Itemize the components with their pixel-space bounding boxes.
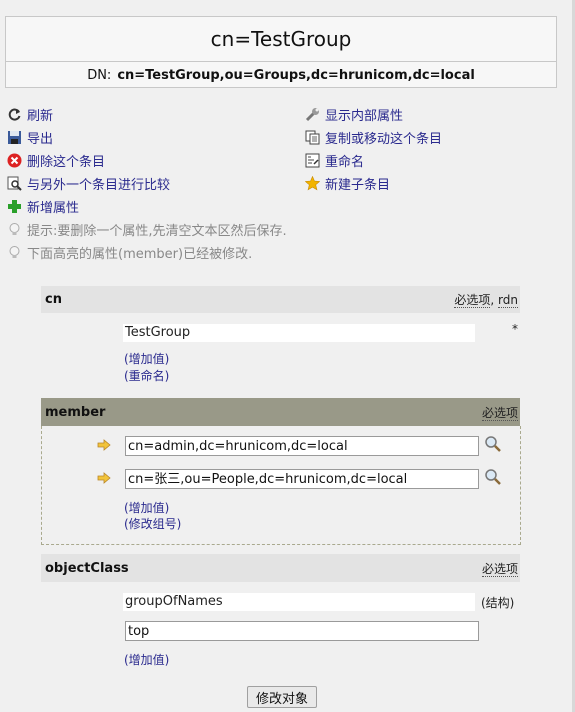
rename-icon (305, 153, 320, 168)
rdn-asterisk: * (512, 322, 518, 336)
copy-move-link[interactable]: 复制或移动这个条目 (325, 128, 442, 147)
tag-separator: , (490, 293, 495, 307)
objectclass-add-value-link[interactable]: (增加值) (124, 651, 169, 668)
refresh-icon (7, 107, 22, 122)
copy-move-action[interactable]: 复制或移动这个条目 (305, 127, 442, 147)
hint-row-2: 下面高亮的属性(member)已经被修改. (7, 242, 252, 262)
hint-text-2: 下面高亮的属性(member)已经被修改. (27, 246, 253, 262)
cn-value: TestGroup (123, 324, 475, 342)
hint-row-1: 提示:要删除一个属性,先清空文本区然后保存. (7, 219, 287, 239)
save-icon (7, 130, 22, 145)
delete-icon (7, 153, 22, 168)
required-tag: 必选项 (454, 293, 491, 308)
lightbulb-icon (7, 222, 22, 237)
add-attribute-action[interactable]: 新增属性 (7, 196, 79, 216)
member-add-value-link[interactable]: (增加值) (124, 499, 169, 516)
attr-objectclass-tags: 必选项 (481, 560, 520, 577)
attr-objectclass-header: objectClass 必选项 (41, 554, 520, 582)
dn-value: cn=TestGroup,ou=Groups,dc=hrunicom,dc=lo… (117, 67, 475, 83)
rdn-tag: rdn (498, 293, 518, 308)
attr-name-cn: cn (45, 292, 62, 307)
compare-icon (7, 176, 22, 191)
rename-action[interactable]: 重命名 (305, 150, 364, 170)
delete-link[interactable]: 删除这个条目 (27, 151, 105, 170)
export-link[interactable]: 导出 (27, 128, 53, 147)
wrench-icon (305, 107, 320, 122)
refresh-link[interactable]: 刷新 (27, 105, 53, 124)
star-icon (305, 175, 320, 191)
add-attribute-link[interactable]: 新增属性 (27, 197, 79, 216)
rename-link[interactable]: 重命名 (325, 151, 364, 170)
member-input-2[interactable]: cn=张三,ou=People,dc=hrunicom,dc=local (125, 469, 479, 489)
structural-tag: (结构) (481, 596, 515, 610)
attr-name-member: member (45, 404, 106, 420)
new-child-action[interactable]: 新建子条目 (305, 173, 390, 193)
entry-actions: 刷新 导出 删除这个条目 与另外一个条目进行比较 新增属性 提示:要删除一个属性… (7, 106, 567, 266)
delete-action[interactable]: 删除这个条目 (7, 150, 105, 170)
compare-link[interactable]: 与另外一个条目进行比较 (27, 174, 170, 193)
hint-text-1: 提示:要删除一个属性,先清空文本区然后保存. (27, 223, 287, 239)
member-modify-group-link[interactable]: (修改组号) (124, 515, 181, 532)
new-child-link[interactable]: 新建子条目 (325, 174, 390, 193)
entry-header: cn=TestGroup DN: cn=TestGroup,ou=Groups,… (5, 16, 557, 88)
show-internal-action[interactable]: 显示内部属性 (305, 104, 403, 124)
search-icon[interactable] (484, 435, 502, 453)
required-tag: 必选项 (481, 405, 518, 421)
dn-row: DN: cn=TestGroup,ou=Groups,dc=hrunicom,d… (6, 61, 556, 88)
attr-cn-header: cn 必选项, rdn (41, 286, 520, 313)
search-icon[interactable] (484, 468, 502, 486)
objectclass-input-2[interactable]: top (125, 621, 479, 641)
modify-object-button[interactable]: 修改对象 (247, 686, 317, 708)
arrow-right-icon (97, 472, 111, 484)
dn-label: DN: (87, 67, 112, 83)
member-input-1[interactable]: cn=admin,dc=hrunicom,dc=local (125, 436, 479, 456)
attr-cn-tags: 必选项, rdn (454, 291, 520, 308)
export-action[interactable]: 导出 (7, 127, 53, 147)
attr-member-header: member 必选项 (41, 398, 520, 426)
required-tag: 必选项 (481, 561, 518, 577)
page-title: cn=TestGroup (210, 27, 352, 51)
lightbulb-icon (7, 245, 22, 260)
compare-action[interactable]: 与另外一个条目进行比较 (7, 173, 170, 193)
cn-add-value-link[interactable]: (增加值) (124, 350, 169, 367)
arrow-right-icon (97, 439, 111, 451)
cn-rename-link[interactable]: (重命名) (124, 367, 169, 384)
copy-icon (305, 130, 320, 145)
attr-member-tags: 必选项 (481, 404, 520, 421)
refresh-action[interactable]: 刷新 (7, 104, 53, 124)
objectclass-value-1: groupOfNames (123, 593, 475, 611)
attr-name-objectclass: objectClass (45, 560, 129, 576)
plus-icon (7, 199, 22, 214)
show-internal-link[interactable]: 显示内部属性 (325, 105, 403, 124)
